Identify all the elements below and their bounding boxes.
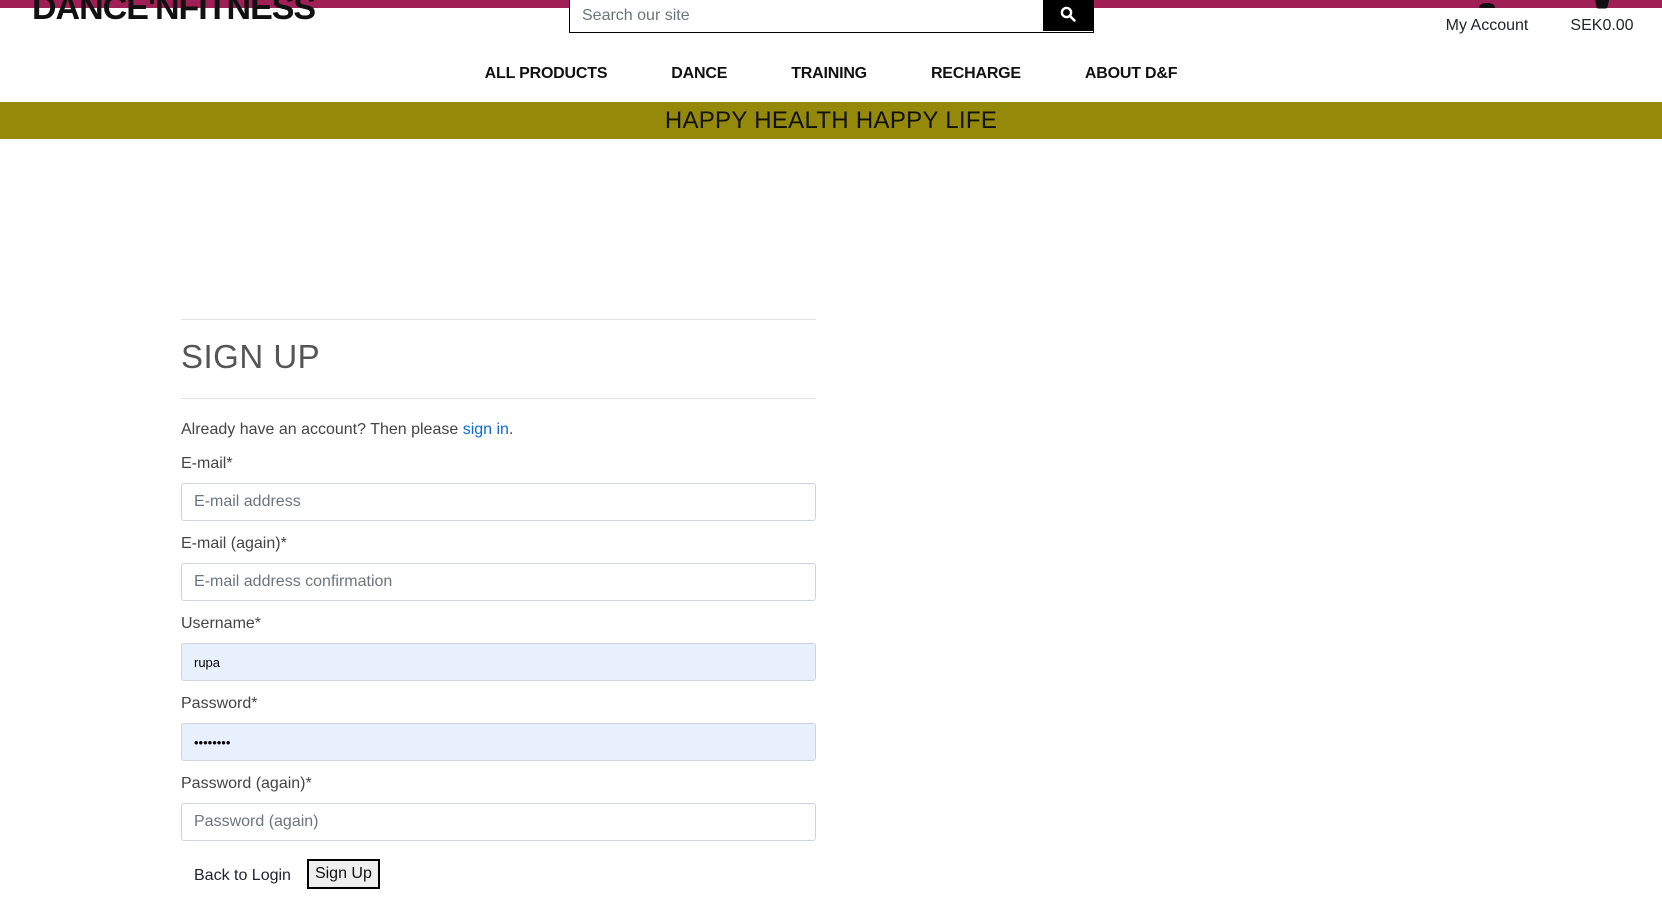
bag-total: SEK0.00 xyxy=(1570,17,1634,34)
page-title: SIGN UP xyxy=(181,338,321,375)
signin-prompt-text: Already have an account? Then please xyxy=(181,421,463,438)
main-nav: ALL PRODUCTS DANCE TRAINING RECHARGE ABO… xyxy=(0,62,1662,86)
search-input[interactable] xyxy=(570,0,1043,31)
back-to-login-link[interactable]: Back to Login xyxy=(181,867,304,885)
email-confirm-field-group: E-mail (again)* xyxy=(181,533,816,601)
password-confirm-label: Password (again)* xyxy=(181,775,312,792)
nav-item-recharge[interactable]: RECHARGE xyxy=(899,62,1053,86)
shopping-bag-link[interactable]: SEK0.00 xyxy=(1566,0,1638,36)
nav-item-all-products[interactable]: ALL PRODUCTS xyxy=(453,62,640,86)
site-logo[interactable]: DANCE'NFITNESS xyxy=(32,0,316,28)
shopping-bag-icon xyxy=(1566,0,1638,16)
email-confirm-field[interactable] xyxy=(181,563,816,601)
email-label: E-mail* xyxy=(181,455,233,472)
username-field-group: Username* xyxy=(181,613,816,681)
email-confirm-label: E-mail (again)* xyxy=(181,535,287,552)
page: DANCE'NFITNESS My Account SEK0.00 xyxy=(0,0,1662,921)
my-account-label: My Account xyxy=(1445,17,1529,34)
sign-in-link[interactable]: sign in xyxy=(463,421,509,438)
nav-item-training[interactable]: TRAINING xyxy=(759,62,899,86)
search-button[interactable] xyxy=(1043,0,1093,31)
username-field[interactable] xyxy=(181,643,816,681)
email-field-group: E-mail* xyxy=(181,453,816,521)
form-actions: Back to Login Sign Up xyxy=(181,859,816,889)
banner-text: HAPPY HEALTH HAPPY LIFE xyxy=(664,106,998,134)
username-label: Username* xyxy=(181,615,262,632)
password-confirm-field[interactable] xyxy=(181,803,816,841)
password-field-group: Password* xyxy=(181,693,816,761)
password-confirm-field-group: Password (again)* xyxy=(181,773,816,841)
nav-item-about[interactable]: ABOUT D&F xyxy=(1053,62,1209,86)
signin-prompt-suffix: . xyxy=(508,421,514,438)
divider-top xyxy=(181,319,816,320)
password-label: Password* xyxy=(181,695,258,712)
user-icon xyxy=(1436,0,1538,16)
sign-up-button[interactable]: Sign Up xyxy=(306,859,380,889)
email-field[interactable] xyxy=(181,483,816,521)
signin-prompt: Already have an account? Then please sig… xyxy=(181,419,816,441)
divider-bottom xyxy=(181,398,816,399)
signup-form-section: SIGN UP Already have an account? Then pl… xyxy=(181,319,816,889)
promo-banner: HAPPY HEALTH HAPPY LIFE xyxy=(0,102,1662,139)
password-field[interactable] xyxy=(181,723,816,761)
search-form xyxy=(569,0,1094,33)
search-icon xyxy=(1060,6,1076,25)
nav-item-dance[interactable]: DANCE xyxy=(639,62,759,86)
my-account-link[interactable]: My Account xyxy=(1436,0,1538,36)
